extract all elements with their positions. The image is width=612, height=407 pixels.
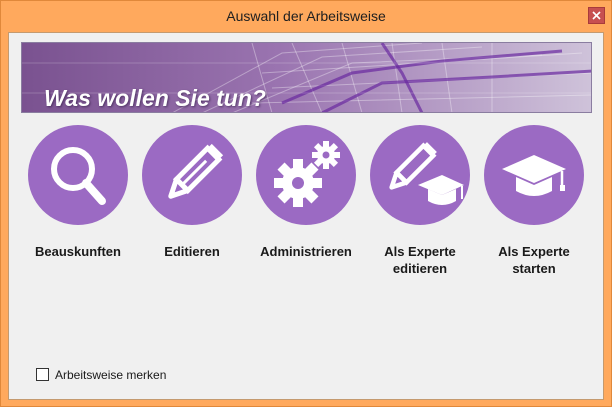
action-administrieren-circle[interactable]	[256, 125, 356, 225]
search-icon	[51, 147, 106, 205]
action-editieren-label: Editieren	[164, 244, 220, 259]
action-beauskunften-circle[interactable]	[28, 125, 128, 225]
close-icon	[592, 11, 601, 20]
action-beauskunften-label: Beauskunften	[35, 244, 121, 259]
dialog-window: Auswahl der Arbeitsweise Was wollen Sie …	[0, 0, 612, 407]
action-als-experte-starten-circle[interactable]	[484, 125, 584, 225]
action-als-experte-editieren-circle[interactable]	[370, 125, 470, 225]
action-beauskunften[interactable]: Beauskunften	[18, 125, 138, 260]
banner: Was wollen Sie tun?	[21, 42, 592, 113]
checkbox-box[interactable]	[36, 368, 49, 381]
title-bar[interactable]: Auswahl der Arbeitsweise	[1, 1, 611, 32]
action-als-experte-editieren[interactable]: Als Experte editieren	[360, 125, 480, 277]
action-administrieren-label: Administrieren	[260, 244, 352, 259]
action-als-experte-starten[interactable]: Als Experte starten	[474, 125, 594, 277]
pencil-graduation-cap-icon	[389, 142, 464, 205]
window-title: Auswahl der Arbeitsweise	[226, 8, 386, 24]
action-editieren-circle[interactable]	[142, 125, 242, 225]
banner-heading: Was wollen Sie tun?	[44, 85, 266, 111]
graduation-cap-icon	[502, 155, 566, 196]
action-administrieren[interactable]: Administrieren	[246, 125, 366, 260]
remember-mode-label: Arbeitsweise merken	[55, 368, 167, 382]
action-editieren[interactable]: Editieren	[132, 125, 252, 260]
remember-mode-checkbox[interactable]: Arbeitsweise merken	[36, 368, 166, 382]
action-als-experte-starten-label: Als Experte starten	[498, 244, 570, 276]
dialog-content: Was wollen Sie tun? Beauskunften Editier…	[8, 32, 604, 400]
pencil-icon	[168, 143, 224, 199]
close-button[interactable]	[588, 7, 605, 24]
action-als-experte-editieren-label: Als Experte editieren	[384, 244, 456, 276]
gears-icon	[274, 141, 340, 207]
